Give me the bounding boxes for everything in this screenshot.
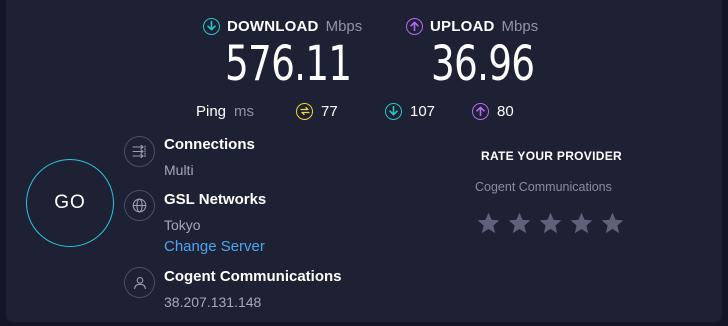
arrow-down-circle-icon [385,102,402,120]
star-icon[interactable] [569,211,594,236]
arrow-down-circle-icon [203,17,220,35]
server-name: GSL Networks [164,191,267,208]
download-unit: Mbps [325,17,363,35]
idle-latency: 77 [296,100,338,122]
server-location: Tokyo [164,217,201,233]
arrow-up-circle-icon [472,102,489,120]
star-icon[interactable] [476,211,501,236]
provider-ip: 38.207.131.148 [164,294,262,310]
arrow-up-circle-icon [406,17,423,35]
star-icon[interactable] [538,211,563,236]
user-icon [124,267,155,298]
upload-metric: UPLOAD Mbps 36.96 [406,16,563,90]
download-latency: 107 [385,100,435,122]
provider-name: Cogent Communications [164,268,342,285]
connections-title: Connections [164,136,255,153]
upload-label: UPLOAD [430,17,495,35]
idle-latency-icon [296,102,313,120]
rate-provider-name: Cogent Communications [475,180,612,194]
go-button[interactable]: GO [26,159,114,247]
star-rating [476,211,625,236]
ping-label: Ping [196,102,227,120]
idle-latency-value: 77 [321,102,338,120]
ping-row: Ping ms [196,100,254,122]
connections-icon [124,136,155,167]
download-label: DOWNLOAD [227,17,319,35]
ping-unit: ms [234,102,255,120]
download-metric: DOWNLOAD Mbps 576.11 [203,16,387,90]
go-button-label: GO [54,192,86,213]
change-server-link[interactable]: Change Server [164,238,265,255]
connections-mode: Multi [164,162,194,178]
upload-latency: 80 [472,100,514,122]
star-icon[interactable] [507,211,532,236]
download-latency-value: 107 [410,102,436,120]
download-speed-value: 576.11 [225,36,352,92]
globe-icon [124,190,155,221]
upload-latency-value: 80 [497,102,514,120]
upload-unit: Mbps [501,17,539,35]
star-icon[interactable] [600,211,625,236]
rate-provider-title: RATE YOUR PROVIDER [481,149,622,163]
upload-speed-value: 36.96 [431,36,535,92]
